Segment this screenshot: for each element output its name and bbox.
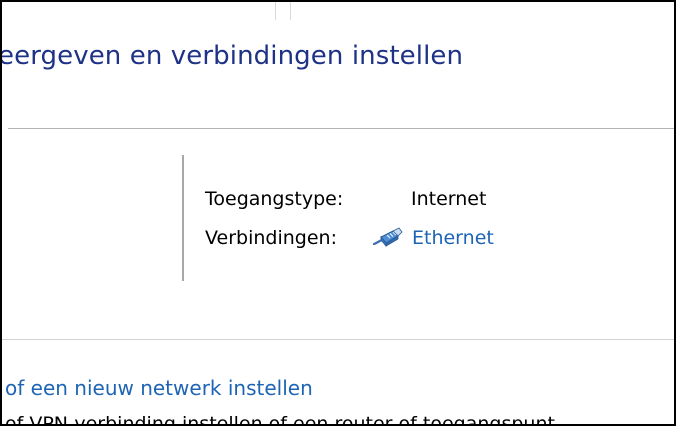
access-type-label: Toegangstype: <box>205 188 344 210</box>
heading-separator <box>8 128 674 129</box>
connections-label: Verbindingen: <box>205 227 337 249</box>
section-separator <box>2 339 674 340</box>
network-info-divider <box>182 155 184 281</box>
top-divider-left <box>275 2 276 20</box>
ethernet-connection-link[interactable]: Ethernet <box>412 227 494 249</box>
top-divider-right <box>290 2 291 20</box>
window-frame: eergeven en verbindingen instellen Toega… <box>0 0 676 426</box>
ethernet-cable-icon <box>372 227 403 249</box>
page-title: eergeven en verbindingen instellen <box>0 41 464 71</box>
access-type-value: Internet <box>411 188 487 210</box>
setup-new-network-description: of VPN-verbinding instellen of een route… <box>5 413 555 426</box>
setup-new-network-link[interactable]: of een nieuw netwerk instellen <box>5 376 313 400</box>
